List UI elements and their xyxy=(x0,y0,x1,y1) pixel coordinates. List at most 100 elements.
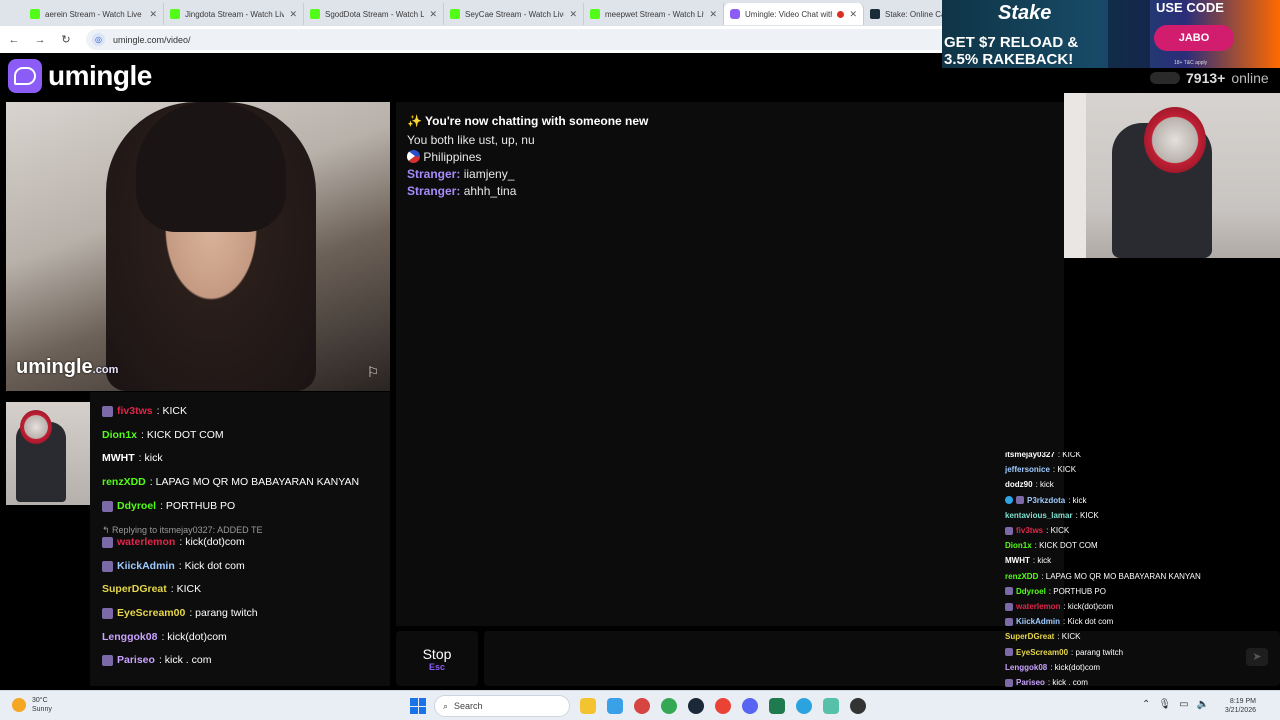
chevron-up-icon[interactable]: ⌃ xyxy=(1142,699,1150,710)
left-stream-chat-overlay: ↰ Replying to itsmejay0327: ADDED TE fiv… xyxy=(90,392,390,686)
weather-condition: Sunny xyxy=(32,706,52,713)
subscriber-badge-icon xyxy=(1005,678,1013,687)
subscriber-badge-icon xyxy=(1005,602,1013,611)
subscriber-badge-icon xyxy=(102,654,113,666)
chrome-icon[interactable] xyxy=(634,698,650,714)
chat-text: : KICK xyxy=(156,405,187,417)
stream-chat-row: Ddyroel: PORTHUB PO xyxy=(1005,587,1106,596)
browser-tab[interactable]: SgodDota Stream - Watch Li ✕ xyxy=(304,3,444,25)
copilot-icon[interactable] xyxy=(607,698,623,714)
report-flag-icon[interactable]: ⚐ xyxy=(364,364,382,382)
subscriber-badge-icon xyxy=(102,536,113,548)
close-icon[interactable]: ✕ xyxy=(289,9,297,20)
stream-chat-row: Pariseo: kick . com xyxy=(1005,678,1088,687)
kick-icon xyxy=(310,9,320,19)
chrome-profile-icon[interactable] xyxy=(661,698,677,714)
stranger-country: Philippines xyxy=(407,150,481,164)
chat-username: kentavious_lamar xyxy=(1005,510,1073,520)
site-info-icon[interactable]: ◎ xyxy=(92,33,105,46)
common-interests: You both like ust, up, nu xyxy=(407,133,535,147)
tab-title: Umingle: Video Chat with xyxy=(745,9,833,19)
kick-icon xyxy=(450,9,460,19)
close-icon[interactable]: ✕ xyxy=(849,9,857,20)
tab-title: aerein Stream - Watch Live o xyxy=(45,9,145,19)
message-sender: Stranger: xyxy=(407,167,461,181)
reload-icon[interactable]: ↻ xyxy=(60,33,72,46)
obs-icon[interactable] xyxy=(850,698,866,714)
stake-ad-banner[interactable]: Stake GET $7 RELOAD & 3.5% RAKEBACK! USE… xyxy=(942,0,1280,68)
chat-username: KiickAdmin xyxy=(117,560,175,572)
browser-tab[interactable]: Umingle: Video Chat with ✕ xyxy=(724,3,864,25)
stranger-video: umingle.com ⚐ xyxy=(6,102,390,391)
browser-tab[interactable]: SeyCae Stream - Watch Live ✕ xyxy=(444,3,584,25)
watermark-main: umingle xyxy=(16,356,93,378)
masked-head xyxy=(1144,107,1206,173)
chat-username: waterlemon xyxy=(117,536,176,548)
kick-icon xyxy=(590,9,600,19)
app-icon[interactable] xyxy=(769,698,785,714)
chat-text: : kick(dot)com xyxy=(161,631,227,643)
chat-username: EyeScream00 xyxy=(117,607,186,619)
taskbar-clock[interactable]: 8:19 PM 3/21/2026 xyxy=(1212,697,1256,715)
weather-temperature: 30°C xyxy=(32,697,48,704)
chat-username: itsmejay0327 xyxy=(1005,452,1055,459)
browser-tab[interactable]: meepwet Stream - Watch Liv ✕ xyxy=(584,3,724,25)
ad-use-code-label: USE CODE xyxy=(1156,0,1224,15)
steam-icon[interactable] xyxy=(688,698,704,714)
clock-date: 3/21/2026 xyxy=(1224,707,1256,714)
subscriber-badge-icon xyxy=(1016,496,1024,505)
chat-username: KiickAdmin xyxy=(1016,617,1061,627)
chat-text: : KICK DOT COM xyxy=(1034,541,1098,551)
telegram-icon[interactable] xyxy=(796,698,812,714)
chat-text: : kick xyxy=(1032,556,1052,566)
network-icon[interactable]: ▭ xyxy=(1179,699,1188,710)
forward-arrow-icon[interactable]: → xyxy=(34,34,46,46)
chrome-alt-icon[interactable] xyxy=(715,698,731,714)
chat-username: Pariseo xyxy=(117,654,155,666)
subscriber-badge-icon xyxy=(102,500,113,512)
browser-tab[interactable]: Jingdota Stream - Watch Live ✕ xyxy=(164,3,304,25)
umingle-logo[interactable]: umingle xyxy=(8,59,152,93)
windows-start-icon[interactable] xyxy=(410,698,426,714)
sun-icon xyxy=(12,698,26,712)
close-icon[interactable]: ✕ xyxy=(569,9,577,20)
address-bar[interactable]: ◎ umingle.com/video/ xyxy=(86,29,966,50)
stream-chat-row: SuperDGreat: KICK xyxy=(102,583,201,595)
chat-text: : Kick dot com xyxy=(1063,617,1114,627)
chat-text: : kick xyxy=(1035,480,1054,490)
close-icon[interactable]: ✕ xyxy=(709,9,717,20)
chat-username: Dion1x xyxy=(102,429,138,441)
stream-chat-row: Ddyroel: PORTHUB PO xyxy=(102,500,235,512)
file-explorer-icon[interactable] xyxy=(580,698,596,714)
taskbar-search[interactable]: ⌕ Search xyxy=(434,695,570,717)
stream-chat-row: EyeScream00: parang twitch xyxy=(102,607,258,619)
close-icon[interactable]: ✕ xyxy=(429,9,437,20)
stream-chat-row: KiickAdmin: Kick dot com xyxy=(102,560,245,572)
chat-username: dodz90 xyxy=(1005,480,1033,490)
tab-title: SeyCae Stream - Watch Live xyxy=(465,9,565,19)
stop-button[interactable]: Stop Esc xyxy=(396,631,478,686)
stream-chat-row: dodz90: kick xyxy=(1005,480,1054,489)
chat-username: Lenggok08 xyxy=(1005,662,1048,672)
stream-chat-row: P3rkzdota: kick xyxy=(1005,496,1086,505)
taskbar-search-placeholder: Search xyxy=(454,701,483,711)
message-text: ahhh_tina xyxy=(463,184,517,198)
message-text: iiamjeny_ xyxy=(463,167,515,181)
stream-chat-row: Dion1x: KICK DOT COM xyxy=(102,429,224,441)
stream-chat-row: fiv3tws: KICK xyxy=(1005,526,1069,535)
back-arrow-icon[interactable]: ← xyxy=(8,34,20,46)
microphone-icon[interactable]: 🎙 xyxy=(1158,699,1171,710)
discord-icon[interactable] xyxy=(742,698,758,714)
subscriber-badge-icon xyxy=(102,560,113,572)
close-icon[interactable]: ✕ xyxy=(149,9,157,20)
app-icon[interactable] xyxy=(823,698,839,714)
reply-text: Replying to itsmejay0327: ADDED TE xyxy=(112,525,263,535)
chat-username: renzXDD xyxy=(1005,571,1039,581)
browser-tab[interactable]: aerein Stream - Watch Live o ✕ xyxy=(24,3,164,25)
online-count: 7913+ xyxy=(1186,70,1226,86)
ad-code-button[interactable]: JABO xyxy=(1154,25,1234,51)
subscriber-badge-icon xyxy=(1005,526,1013,535)
volume-icon[interactable]: 🔈 xyxy=(1197,699,1209,710)
chat-username: fiv3tws xyxy=(117,405,153,417)
weather-widget[interactable]: 30°C Sunny xyxy=(12,696,52,714)
